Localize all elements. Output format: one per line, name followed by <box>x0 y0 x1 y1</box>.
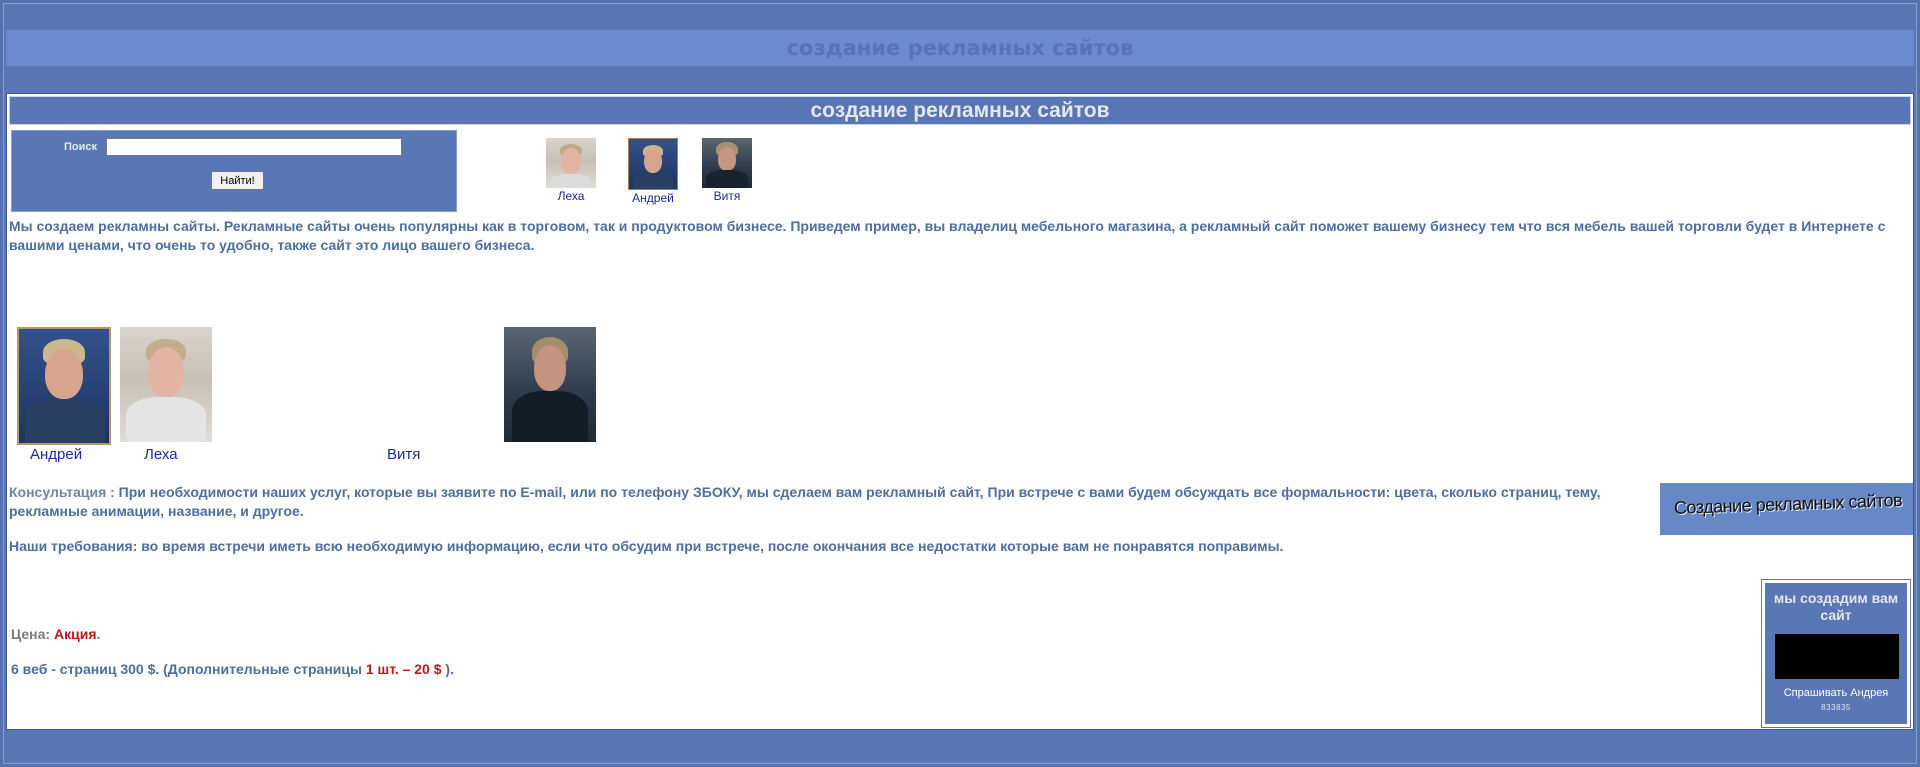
pages-price-end: ). <box>441 661 454 677</box>
intro-paragraph: Мы создаем рекламны сайты. Рекламные сай… <box>9 218 1886 253</box>
promo-contact: Спрашивать Андрея <box>1783 687 1889 699</box>
consultation-paragraph: Консультация : При необходимости наших у… <box>9 483 1659 521</box>
photo-andrey-caption: Андрей <box>30 446 83 463</box>
thumbnail-leha-photo[interactable] <box>546 138 596 188</box>
promo-box: мы создадим вам сайт Спрашивать Андрея 8… <box>1761 579 1911 728</box>
thumbnail-vitya-label[interactable]: Витя <box>699 189 755 203</box>
photo-vitya-caption: Витя <box>387 446 421 463</box>
promo-box-inner: мы создадим вам сайт Спрашивать Андрея 8… <box>1765 583 1907 724</box>
price-end: . <box>96 626 101 642</box>
search-input[interactable] <box>106 138 402 156</box>
pages-price-line: 6 веб - страниц 300 $. (Дополнительные с… <box>11 661 454 677</box>
pages-extra-price: 1 шт. – 20 $ <box>365 661 442 677</box>
price-label: Цена: <box>11 626 54 642</box>
promo-title: мы создадим вам сайт <box>1773 590 1899 623</box>
photo-vitya <box>504 327 596 442</box>
heading-bar: создание рекламных сайтов <box>9 96 1911 125</box>
consultation-lead: Консультация : <box>9 484 115 500</box>
main-content: создание рекламных сайтов Поиск Найти! Л… <box>6 93 1914 730</box>
photo-andrey <box>17 327 111 445</box>
requirements-paragraph: Наши требования: во время встречи иметь … <box>9 538 1284 554</box>
search-panel: Поиск Найти! <box>11 130 457 212</box>
consultation-text: При необходимости наших услуг, которые в… <box>9 484 1601 519</box>
thumbnail-andrey-photo[interactable] <box>628 138 678 190</box>
ad-banner-text[interactable]: Создание рекламных сайтов <box>1674 490 1903 519</box>
thumbnail-andrey-label[interactable]: Андрей <box>625 191 681 205</box>
photo-leha-caption: Леха <box>144 446 178 463</box>
ad-banner[interactable]: Создание рекламных сайтов <box>1660 483 1913 535</box>
thumbnail-leha[interactable]: Леха <box>543 138 599 203</box>
search-button[interactable]: Найти! <box>211 171 264 190</box>
thumbnail-leha-label[interactable]: Леха <box>543 189 599 203</box>
thumbnail-andrey[interactable]: Андрей <box>625 138 681 205</box>
search-label: Поиск <box>64 141 98 153</box>
top-banner: создание рекламных сайтов <box>6 30 1914 66</box>
top-banner-title: создание рекламных сайтов <box>786 36 1134 60</box>
photo-leha <box>120 327 212 442</box>
price-value: Акция <box>53 626 97 642</box>
pages-price-text: 6 веб - страниц 300 $. (Дополнительные с… <box>11 661 366 677</box>
thumbnail-vitya-photo[interactable] <box>702 138 752 188</box>
price-line: Цена: Акция. <box>11 626 100 642</box>
page-title: создание рекламных сайтов <box>810 99 1110 122</box>
promo-counter: 833835 <box>1821 703 1851 712</box>
promo-media <box>1775 634 1899 679</box>
thumbnail-vitya[interactable]: Витя <box>699 138 755 203</box>
